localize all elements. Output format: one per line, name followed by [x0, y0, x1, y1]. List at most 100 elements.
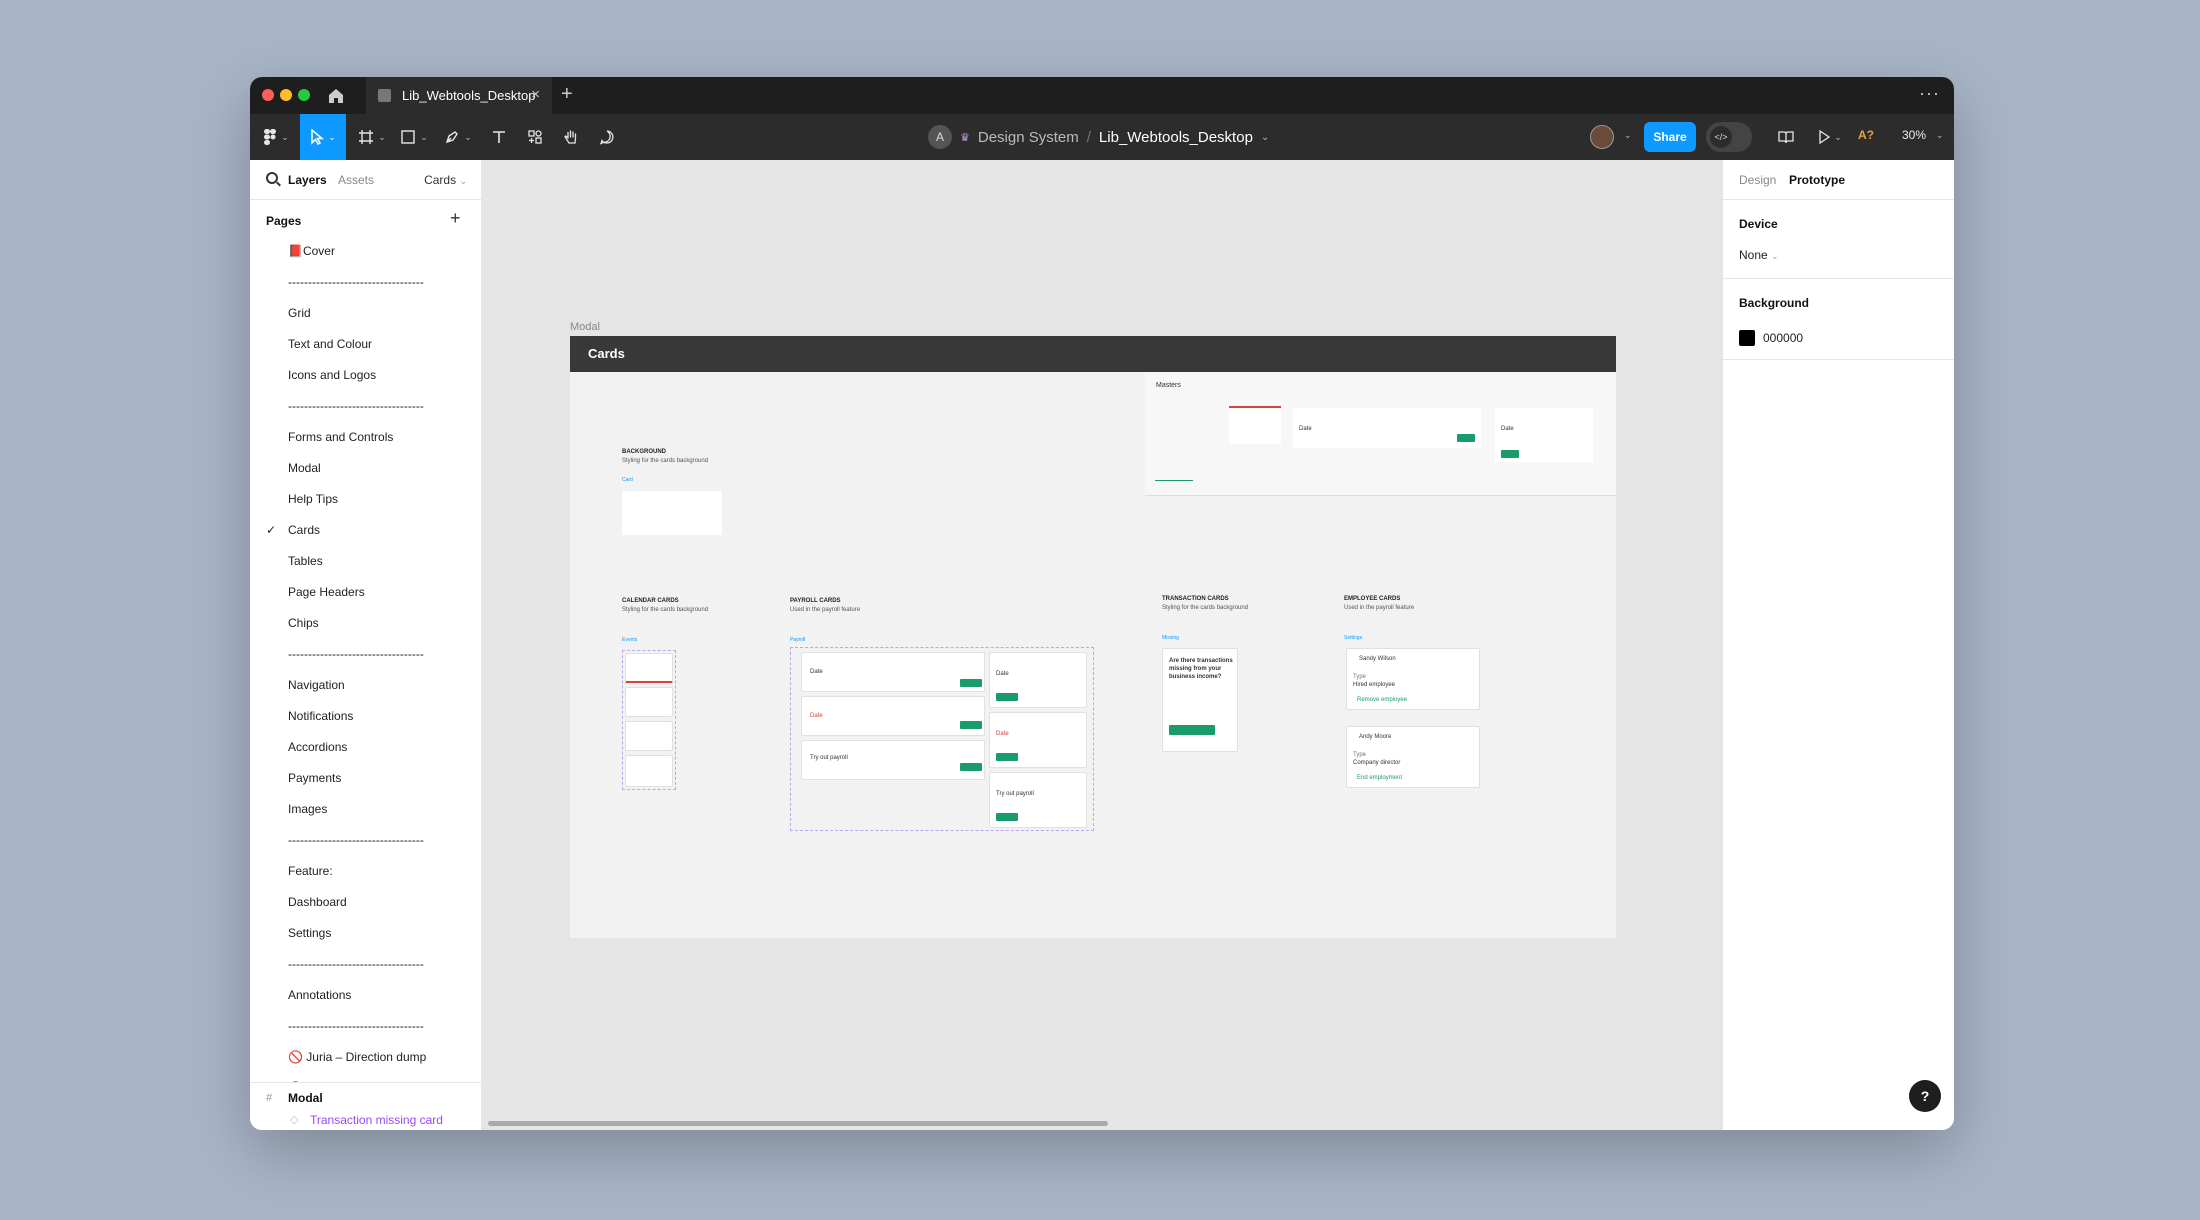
employee-card[interactable]: Sandy Wilson Type Hired employee Remove …	[1346, 648, 1480, 710]
new-tab-button[interactable]: +	[561, 83, 573, 106]
dev-mode-toggle[interactable]: </>	[1706, 122, 1752, 152]
payroll-date: Date	[996, 671, 1009, 677]
payroll-title: PAYROLL CARDS	[790, 598, 841, 604]
payroll-card: Date	[801, 652, 985, 692]
masters-underline	[1155, 480, 1193, 481]
page-divider[interactable]: ----------------------------------	[250, 638, 481, 669]
tab-design[interactable]: Design	[1739, 173, 1776, 187]
page-item[interactable]: Payments	[250, 762, 481, 793]
payroll-cards[interactable]: Date Date Try out payroll Date Date Try …	[790, 647, 1094, 831]
help-button[interactable]: ?	[1909, 1080, 1941, 1112]
share-button[interactable]: Share	[1644, 122, 1696, 152]
page-item[interactable]: Text and Colour	[250, 328, 481, 359]
chevron-down-icon[interactable]: ⌄	[1261, 132, 1269, 143]
employee-title: EMPLOYEE CARDS	[1344, 596, 1401, 602]
page-divider[interactable]: ----------------------------------	[250, 390, 481, 421]
page-item[interactable]: 📕Cover	[250, 235, 481, 266]
tab-layers[interactable]: Layers	[288, 173, 327, 187]
canvas[interactable]: Modal Cards Masters Date Date BACKGROUND…	[482, 160, 1722, 1130]
page-item[interactable]: 🚫 Juria – Direction dump	[250, 1041, 481, 1072]
page-item[interactable]: Settings	[250, 917, 481, 948]
text-tool-button[interactable]	[484, 114, 514, 160]
page-item[interactable]: Feature:	[250, 855, 481, 886]
page-item[interactable]: Annotations	[250, 979, 481, 1010]
page-label: Feature:	[288, 863, 333, 878]
page-item[interactable]: Tables	[250, 545, 481, 576]
cards-frame[interactable]: Cards Masters Date Date BACKGROUND Styli…	[570, 336, 1616, 938]
payroll-button	[960, 763, 982, 771]
user-avatar[interactable]	[1590, 125, 1614, 149]
search-icon[interactable]	[266, 172, 278, 184]
resources-tool-button[interactable]	[520, 114, 550, 160]
page-label: Help Tips	[288, 491, 339, 506]
chevron-down-icon[interactable]: ⌄	[1624, 130, 1632, 141]
library-button[interactable]	[1770, 114, 1802, 160]
file-name[interactable]: Lib_Webtools_Desktop	[1099, 129, 1253, 146]
background-hex-input[interactable]: 000000	[1763, 331, 1803, 345]
main-menu-button[interactable]: ⌄	[258, 114, 294, 160]
page-item[interactable]: ✓ Cards	[250, 514, 481, 545]
page-item[interactable]: Icons and Logos	[250, 359, 481, 390]
page-item[interactable]: Grid	[250, 297, 481, 328]
chevron-down-icon[interactable]: ⌄	[1936, 130, 1944, 141]
team-name[interactable]: Design System	[978, 129, 1079, 146]
comment-icon	[599, 130, 614, 145]
page-item[interactable]: Chips	[250, 607, 481, 638]
page-item[interactable]: Accordions	[250, 731, 481, 762]
background-sample[interactable]	[622, 491, 722, 535]
transaction-missing-card[interactable]: Are there transactions missing from your…	[1162, 648, 1238, 752]
divider	[1723, 278, 1954, 279]
frame-tool-button[interactable]: ⌄	[354, 114, 390, 160]
current-page-dropdown[interactable]: Cards ⌄	[424, 173, 467, 187]
move-tool-button[interactable]: ⌄	[300, 114, 346, 160]
close-tab-icon[interactable]: ×	[531, 86, 540, 103]
shape-tool-button[interactable]: ⌄	[396, 114, 432, 160]
close-window-button[interactable]	[262, 89, 274, 101]
master-date-label-2: Date	[1501, 426, 1514, 432]
layer-component[interactable]: Transaction missing card	[310, 1113, 443, 1127]
more-icon[interactable]: ···	[1919, 83, 1940, 104]
present-button[interactable]: ⌄	[1812, 114, 1848, 160]
accessibility-badge[interactable]: A?	[1858, 128, 1874, 142]
page-item[interactable]: Notifications	[250, 700, 481, 731]
device-select[interactable]: None ⌄	[1739, 248, 1779, 262]
home-icon[interactable]	[326, 86, 346, 106]
masters-section[interactable]: Masters Date Date	[1145, 372, 1616, 496]
page-divider[interactable]: ----------------------------------	[250, 1010, 481, 1041]
payroll-try: Try out payroll	[810, 755, 848, 761]
zoom-level[interactable]: 30%	[1902, 128, 1926, 142]
page-divider[interactable]: ----------------------------------	[250, 948, 481, 979]
file-tab[interactable]: Lib_Webtools_Desktop ×	[366, 77, 552, 114]
comment-tool-button[interactable]	[592, 114, 622, 160]
page-item[interactable]: Navigation	[250, 669, 481, 700]
tab-prototype[interactable]: Prototype	[1789, 173, 1845, 187]
employee-type-label: Type	[1353, 752, 1367, 758]
hand-tool-button[interactable]	[556, 114, 586, 160]
frame-label[interactable]: Modal	[570, 321, 600, 333]
page-item[interactable]: Modal	[250, 452, 481, 483]
page-item[interactable]: Forms and Controls	[250, 421, 481, 452]
calendar-sub: Styling for the cards background	[622, 607, 709, 613]
add-page-button[interactable]: +	[450, 208, 461, 229]
page-item[interactable]: Page Headers	[250, 576, 481, 607]
background-swatch[interactable]	[1739, 330, 1755, 346]
page-item[interactable]: Help Tips	[250, 483, 481, 514]
layer-frame[interactable]: Modal	[288, 1091, 323, 1105]
file-tab-label: Lib_Webtools_Desktop	[402, 88, 536, 103]
maximize-window-button[interactable]	[298, 89, 310, 101]
master-button-2	[1501, 450, 1519, 458]
payroll-button	[996, 813, 1018, 821]
hand-icon	[564, 130, 577, 144]
pen-tool-button[interactable]: ⌄	[440, 114, 476, 160]
page-item[interactable]: Dashboard	[250, 886, 481, 917]
payroll-card: Date	[801, 696, 985, 736]
minimize-window-button[interactable]	[280, 89, 292, 101]
team-avatar[interactable]: A	[928, 125, 952, 149]
tab-assets[interactable]: Assets	[338, 173, 374, 187]
page-item[interactable]: Images	[250, 793, 481, 824]
page-divider[interactable]: ----------------------------------	[250, 266, 481, 297]
employee-card[interactable]: Andy Moore Type Company director End emp…	[1346, 726, 1480, 788]
calendar-cards[interactable]	[622, 650, 676, 790]
horizontal-scrollbar[interactable]	[488, 1121, 1108, 1126]
page-divider[interactable]: ----------------------------------	[250, 824, 481, 855]
